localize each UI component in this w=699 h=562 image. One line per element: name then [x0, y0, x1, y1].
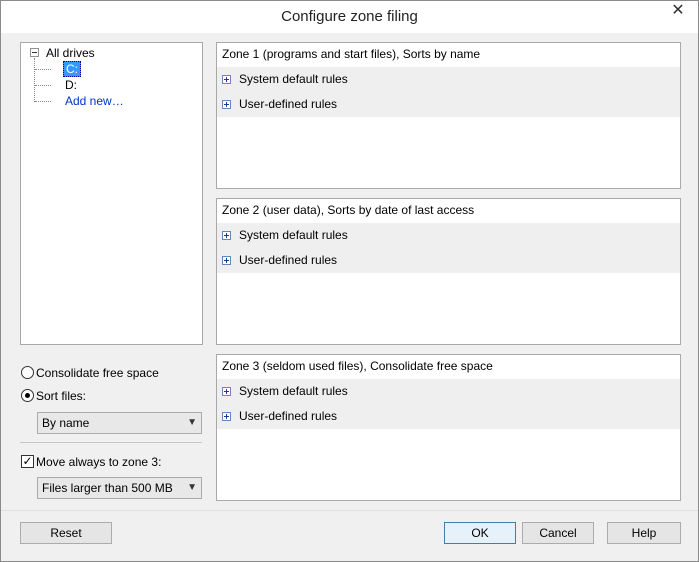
- help-button[interactable]: Help: [607, 522, 681, 544]
- tree-item-drive-c[interactable]: C:: [63, 61, 81, 77]
- checkmark-icon: ✓: [22, 454, 33, 468]
- rule-label: User-defined rules: [239, 409, 338, 423]
- options-divider: [20, 442, 202, 443]
- zone-1-user-rules[interactable]: User-defined rules: [217, 92, 680, 117]
- sort-files-label: Sort files:: [36, 389, 87, 403]
- zone-3-panel[interactable]: Zone 3 (seldom used files), Consolidate …: [216, 354, 681, 501]
- rule-label: System default rules: [239, 72, 348, 86]
- move-zone3-label: Move always to zone 3:: [36, 455, 162, 469]
- rule-label: User-defined rules: [239, 97, 338, 111]
- rule-label: System default rules: [239, 228, 348, 242]
- zone-2-header: Zone 2 (user data), Sorts by date of las…: [222, 203, 475, 217]
- consolidate-radio[interactable]: [21, 366, 34, 379]
- zone-1-panel[interactable]: Zone 1 (programs and start files), Sorts…: [216, 42, 681, 189]
- move-size-value: Files larger than 500 MB: [42, 481, 173, 495]
- tree-item-add-new[interactable]: Add new…: [65, 94, 124, 108]
- collapse-icon[interactable]: [30, 48, 39, 57]
- zone-2-user-rules[interactable]: User-defined rules: [217, 248, 680, 273]
- sort-files-radio[interactable]: [21, 389, 34, 402]
- expand-icon[interactable]: [222, 387, 231, 396]
- title-bar: Configure zone filing ✕: [1, 1, 698, 33]
- button-bar: Reset OK Cancel Help: [1, 510, 698, 561]
- tree-connector-line: [35, 85, 51, 86]
- zone-1-header: Zone 1 (programs and start files), Sorts…: [222, 47, 481, 61]
- zone-3-header: Zone 3 (seldom used files), Consolidate …: [222, 359, 493, 373]
- zone-2-panel[interactable]: Zone 2 (user data), Sorts by date of las…: [216, 198, 681, 345]
- zone-3-system-rules[interactable]: System default rules: [217, 379, 680, 404]
- ok-button[interactable]: OK: [444, 522, 516, 544]
- expand-icon[interactable]: [222, 256, 231, 265]
- tree-item-all-drives[interactable]: All drives: [46, 46, 95, 60]
- move-zone3-checkbox[interactable]: ✓: [21, 455, 34, 468]
- expand-icon[interactable]: [222, 100, 231, 109]
- expand-icon[interactable]: [222, 75, 231, 84]
- add-new-link[interactable]: Add new…: [65, 94, 124, 108]
- tree-connector-line: [35, 69, 51, 70]
- close-icon: ✕: [671, 2, 685, 19]
- reset-button[interactable]: Reset: [20, 522, 112, 544]
- zone-1-system-rules[interactable]: System default rules: [217, 67, 680, 92]
- tree-connector-line: [34, 58, 35, 102]
- dialog-window: Configure zone filing ✕ All drives C: D:…: [0, 0, 699, 562]
- consolidate-label: Consolidate free space: [36, 366, 159, 380]
- tree-item-drive-d[interactable]: D:: [65, 78, 77, 92]
- sort-order-dropdown[interactable]: By name ▼: [37, 412, 202, 434]
- close-button[interactable]: ✕: [664, 3, 692, 21]
- chevron-down-icon: ▼: [187, 417, 197, 428]
- dialog-title: Configure zone filing: [281, 8, 418, 25]
- drive-tree[interactable]: All drives C: D: Add new…: [20, 42, 203, 345]
- tree-item-label: All drives: [46, 46, 95, 60]
- move-size-dropdown[interactable]: Files larger than 500 MB ▼: [37, 477, 202, 499]
- zone-3-user-rules[interactable]: User-defined rules: [217, 404, 680, 429]
- tree-item-label: D:: [65, 78, 77, 92]
- rule-label: User-defined rules: [239, 253, 338, 267]
- sort-order-value: By name: [42, 416, 90, 430]
- chevron-down-icon: ▼: [187, 482, 197, 493]
- expand-icon[interactable]: [222, 231, 231, 240]
- tree-connector-line: [35, 101, 51, 102]
- rule-label: System default rules: [239, 384, 348, 398]
- tree-item-label: C:: [63, 61, 81, 77]
- zone-2-system-rules[interactable]: System default rules: [217, 223, 680, 248]
- cancel-button[interactable]: Cancel: [522, 522, 594, 544]
- expand-icon[interactable]: [222, 412, 231, 421]
